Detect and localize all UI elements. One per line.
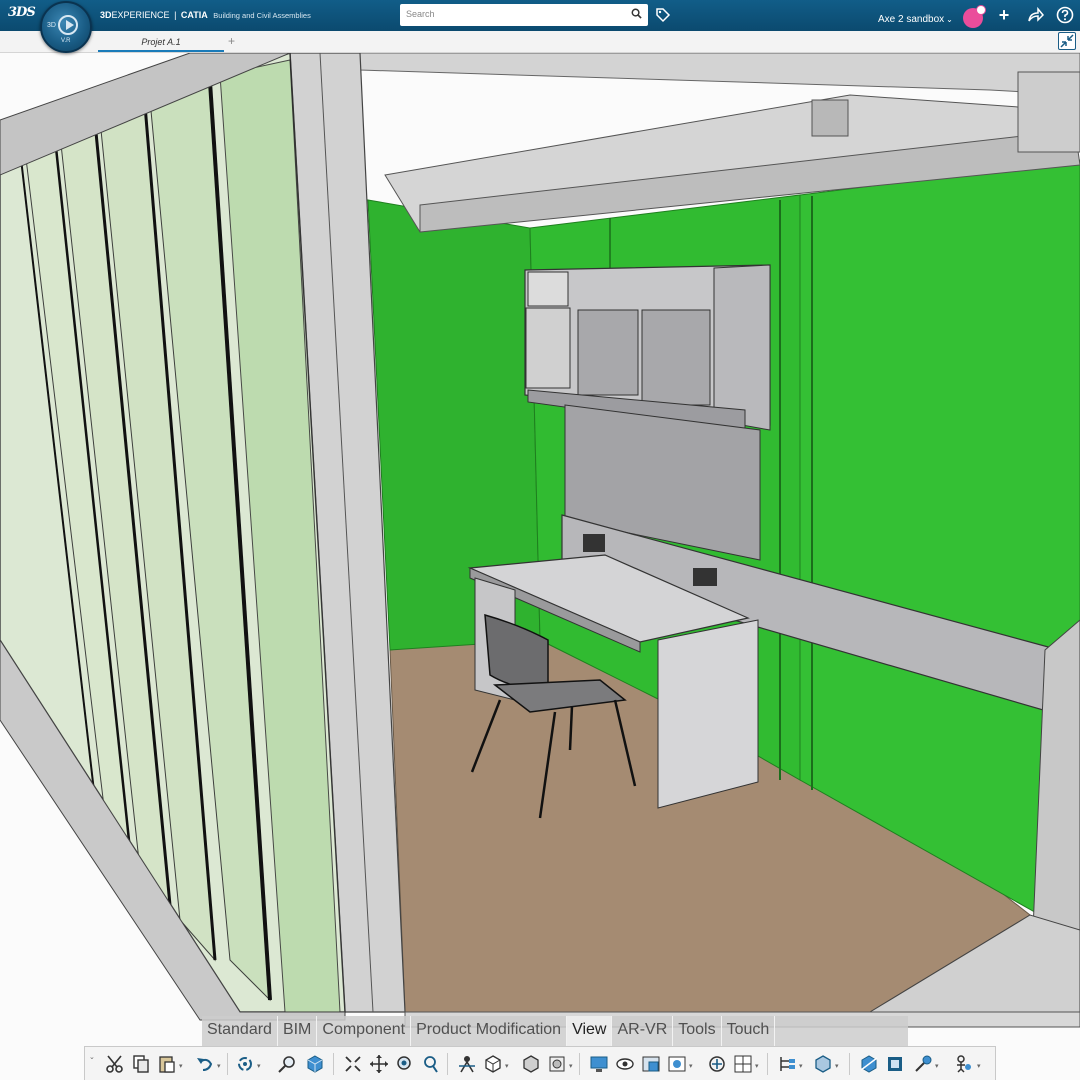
tab-tools[interactable]: Tools <box>673 1016 722 1046</box>
chevron-down-icon[interactable]: ▾ <box>217 1062 221 1070</box>
share-icon[interactable] <box>1026 6 1044 24</box>
cube-icon[interactable] <box>305 1054 325 1074</box>
zoom-icon[interactable] <box>277 1054 297 1074</box>
pin-icon[interactable] <box>913 1054 933 1074</box>
copy-icon[interactable] <box>131 1054 151 1074</box>
chevron-down-icon[interactable]: ▾ <box>505 1062 509 1070</box>
brand-3d: 3D <box>100 10 112 20</box>
chevron-down-icon[interactable]: ▾ <box>935 1062 939 1070</box>
explode-icon[interactable] <box>707 1054 727 1074</box>
hide-show-icon[interactable] <box>615 1054 635 1074</box>
section-icon[interactable] <box>859 1054 879 1074</box>
tab-component[interactable]: Component <box>317 1016 412 1046</box>
multi-view-icon[interactable] <box>733 1054 753 1074</box>
part-icon[interactable] <box>813 1054 833 1074</box>
chevron-down-icon[interactable]: ▾ <box>799 1062 803 1070</box>
chevron-down-icon[interactable]: ▾ <box>835 1062 839 1070</box>
measure-icon[interactable] <box>885 1054 905 1074</box>
tab-product-modification[interactable]: Product Modification <box>411 1016 568 1046</box>
tab-standard[interactable]: Standard <box>202 1016 278 1046</box>
collapse-icon <box>1060 34 1074 48</box>
tab-bim[interactable]: BIM <box>278 1016 318 1046</box>
brand-logo[interactable]: 3DS <box>8 5 36 25</box>
tree-icon[interactable] <box>777 1054 797 1074</box>
chevron-down-icon: ⌄ <box>946 15 953 24</box>
chevron-down-icon[interactable]: ▾ <box>569 1062 573 1070</box>
swap-visible-icon[interactable] <box>641 1054 661 1074</box>
brand-experience: EXPERIENCE <box>111 10 170 20</box>
compass-button[interactable]: 3D V.R <box>40 1 92 53</box>
chevron-down-icon[interactable]: ▾ <box>977 1062 981 1070</box>
3d-viewport[interactable] <box>0 53 1080 1080</box>
search-placeholder: Search <box>406 9 435 19</box>
play-icon <box>58 15 78 35</box>
upper-cabinet <box>524 264 771 433</box>
chevron-down-icon[interactable]: ⌄ <box>89 1053 95 1061</box>
compass-vr-label: V.R <box>61 38 71 44</box>
action-bar: ⌄ ▾ ▾ ▾ ▾ ▾ ▾ ▾ ▾ ▾ ▾ ▾ <box>84 1046 996 1080</box>
document-tab-strip: Projet A.1 + <box>0 31 1080 53</box>
tab-projet[interactable]: Projet A.1 <box>98 31 224 52</box>
tab-touch[interactable]: Touch <box>722 1016 776 1046</box>
avatar[interactable] <box>963 5 986 28</box>
zoom-area-icon[interactable] <box>395 1054 415 1074</box>
desk-leg <box>657 619 759 809</box>
cut-icon[interactable] <box>105 1054 125 1074</box>
iso-view-icon[interactable] <box>483 1054 503 1074</box>
space-label: Axe 2 sandbox <box>878 14 945 25</box>
chevron-down-icon[interactable]: ▾ <box>179 1062 183 1070</box>
add-tab-button[interactable]: + <box>228 34 235 48</box>
app-title: 3DEXPERIENCE | CATIA Building and Civil … <box>100 10 311 20</box>
chevron-down-icon[interactable]: ▾ <box>755 1062 759 1070</box>
space-selector[interactable]: Axe 2 sandbox ⌄ <box>878 14 953 25</box>
capture-icon[interactable] <box>667 1054 687 1074</box>
undo-icon[interactable] <box>195 1054 215 1074</box>
help-icon[interactable] <box>1056 6 1074 24</box>
render-style-icon[interactable] <box>547 1054 567 1074</box>
tab-view[interactable]: View <box>567 1016 613 1046</box>
pan-icon[interactable] <box>369 1054 389 1074</box>
room-3d-model[interactable] <box>0 53 1080 1080</box>
search-icon[interactable] <box>631 8 642 19</box>
title-separator: | <box>174 10 177 20</box>
tag-icon[interactable] <box>655 7 671 23</box>
zoom-in-out-icon[interactable] <box>421 1054 441 1074</box>
rotate-icon[interactable] <box>235 1054 255 1074</box>
shading-icon[interactable] <box>521 1054 541 1074</box>
chevron-down-icon[interactable]: ▾ <box>689 1062 693 1070</box>
app-name: CATIA <box>180 10 208 20</box>
app-subtitle: Building and Civil Assemblies <box>213 11 311 20</box>
search-input[interactable]: Search <box>400 4 648 26</box>
normal-view-icon[interactable] <box>457 1054 477 1074</box>
tab-ar-vr[interactable]: AR-VR <box>612 1016 674 1046</box>
chevron-down-icon[interactable]: ▾ <box>257 1062 261 1070</box>
display-screen-icon[interactable] <box>589 1054 609 1074</box>
fit-all-icon[interactable] <box>343 1054 363 1074</box>
paste-icon[interactable] <box>157 1054 177 1074</box>
top-bar: 3DS 3DEXPERIENCE | CATIA Building and Ci… <box>0 0 1080 31</box>
section-tabs: Standard BIM Component Product Modificat… <box>202 1016 908 1046</box>
add-icon[interactable]: + <box>995 6 1013 24</box>
compass-3d-label: 3D <box>47 22 56 29</box>
collapse-view-button[interactable] <box>1058 32 1076 50</box>
robot-icon[interactable] <box>953 1054 973 1074</box>
